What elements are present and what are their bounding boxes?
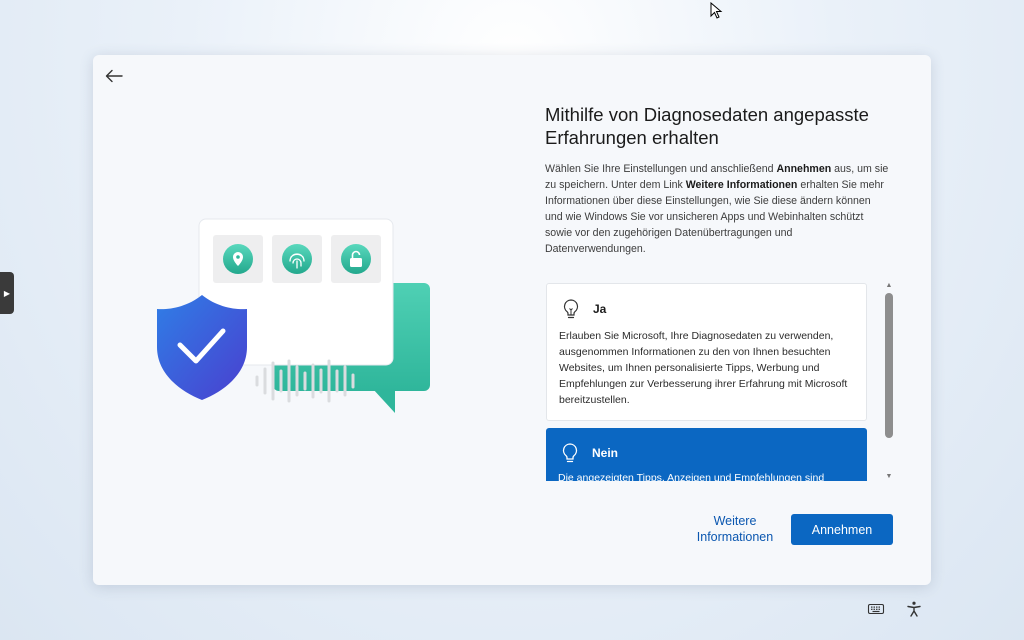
- option-yes-text: Erlauben Sie Microsoft, Ihre Diagnosedat…: [559, 330, 848, 406]
- options-scrollbar[interactable]: ▲ ▼: [883, 280, 895, 481]
- back-button[interactable]: [103, 65, 125, 87]
- location-icon: [223, 244, 253, 274]
- page-title: Mithilfe von Diagnosedaten angepasste Er…: [545, 104, 869, 148]
- accept-button[interactable]: Annehmen: [791, 514, 893, 545]
- scroll-thumb[interactable]: [885, 293, 893, 438]
- fingerprint-icon: [282, 244, 312, 274]
- accessibility-icon[interactable]: [905, 600, 923, 618]
- scroll-down-icon[interactable]: ▼: [883, 471, 895, 481]
- privacy-illustration: [157, 218, 430, 413]
- option-yes-title: Ja: [593, 302, 607, 316]
- options-list: Ja Erlauben Sie Microsoft, Ihre Diagnose…: [546, 280, 869, 481]
- unlock-icon: [341, 244, 371, 274]
- option-no[interactable]: Nein Die angezeigten Tipps, Anzeigen und…: [546, 428, 867, 481]
- setup-dialog: Mithilfe von Diagnosedaten angepasste Er…: [93, 55, 931, 585]
- lightbulb-icon: [562, 443, 578, 463]
- side-panel-tab[interactable]: ▶: [0, 272, 14, 314]
- scroll-up-icon[interactable]: ▲: [883, 280, 895, 290]
- lightbulb-icon: [563, 299, 579, 319]
- option-yes[interactable]: Ja Erlauben Sie Microsoft, Ihre Diagnose…: [546, 283, 867, 421]
- description-text: Wählen Sie Ihre Einstellungen und anschl…: [545, 163, 889, 255]
- arrow-left-icon: [105, 69, 123, 83]
- mouse-cursor-icon: [710, 2, 723, 19]
- keyboard-icon[interactable]: [867, 600, 885, 618]
- more-info-link[interactable]: Weitere Informationen: [687, 513, 783, 545]
- shield-check-icon: [157, 295, 247, 400]
- option-no-title: Nein: [592, 446, 619, 460]
- option-no-text: Die angezeigten Tipps, Anzeigen und Empf…: [558, 472, 825, 481]
